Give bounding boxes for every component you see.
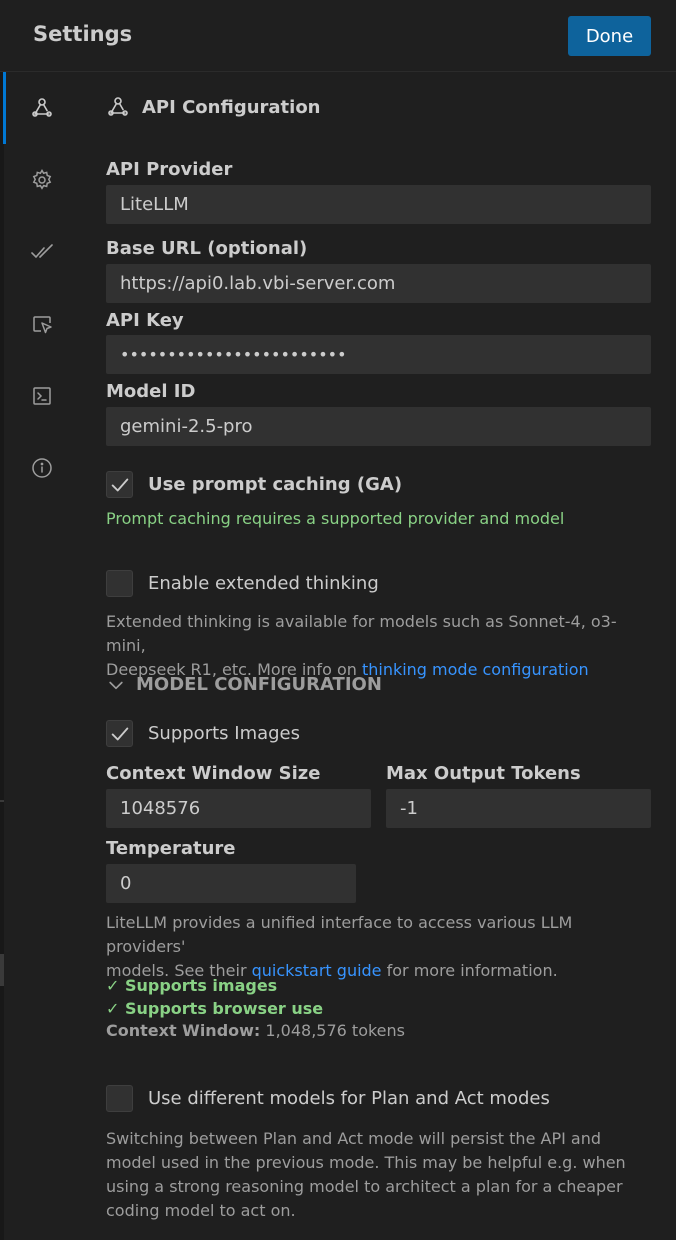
terminal-icon bbox=[33, 387, 51, 405]
prompt-caching-label: Use prompt caching (GA) bbox=[148, 474, 403, 495]
plan-act-label: Use different models for Plan and Act mo… bbox=[148, 1088, 550, 1109]
check-icon bbox=[111, 727, 128, 740]
edge-mark bbox=[0, 954, 4, 986]
chevron-down-icon bbox=[109, 681, 123, 689]
extended-thinking-note: Extended thinking is available for model… bbox=[106, 610, 654, 682]
settings-header: Settings Done bbox=[0, 0, 676, 72]
context-window-info-value: 1,048,576 tokens bbox=[260, 1021, 405, 1040]
info-icon bbox=[32, 458, 52, 478]
temperature-label: Temperature bbox=[106, 838, 236, 859]
prompt-caching-note: Prompt caching requires a supported prov… bbox=[106, 509, 565, 528]
plan-act-note-line: Switching between Plan and Act mode will… bbox=[106, 1129, 601, 1148]
context-window-input[interactable]: 1048576 bbox=[106, 789, 371, 828]
extended-thinking-checkbox[interactable] bbox=[106, 570, 133, 597]
info-line: LiteLLM provides a unified interface to … bbox=[106, 913, 573, 956]
supports-images-status: ✓ Supports images bbox=[106, 976, 278, 995]
context-window-info-label: Context Window: bbox=[106, 1021, 261, 1040]
api-provider-label: API Provider bbox=[106, 159, 233, 180]
model-configuration-header[interactable]: MODEL CONFIGURATION bbox=[106, 674, 382, 695]
sidebar-item-general[interactable] bbox=[28, 166, 56, 194]
sidebar-item-about[interactable] bbox=[28, 454, 56, 482]
gear-icon bbox=[32, 169, 52, 190]
section-title-label: API Configuration bbox=[142, 96, 321, 118]
api-key-input[interactable]: •••••••••••••••••••••••• bbox=[106, 335, 651, 374]
sidebar-item-api-configuration[interactable] bbox=[28, 94, 56, 122]
thinking-mode-link[interactable]: thinking mode configuration bbox=[362, 660, 589, 679]
api-key-label: API Key bbox=[106, 310, 184, 331]
plan-act-note-line: using a strong reasoning model to archit… bbox=[106, 1177, 623, 1196]
base-url-input[interactable]: https://api0.lab.vbi-server.com bbox=[106, 264, 651, 303]
supports-images-label: Supports Images bbox=[148, 723, 301, 744]
context-window-label: Context Window Size bbox=[106, 763, 321, 784]
webhook-icon bbox=[32, 98, 52, 117]
plan-act-note-line: model used in the previous mode. This ma… bbox=[106, 1153, 626, 1172]
max-output-input[interactable]: -1 bbox=[386, 789, 651, 828]
model-configuration-title: MODEL CONFIGURATION bbox=[136, 674, 382, 695]
temperature-input[interactable]: 0 bbox=[106, 864, 356, 903]
edge-mark bbox=[0, 800, 4, 802]
prompt-caching-checkbox[interactable] bbox=[106, 471, 133, 498]
sidebar-item-browser[interactable] bbox=[28, 310, 56, 338]
plan-act-note: Switching between Plan and Act mode will… bbox=[106, 1127, 654, 1223]
api-provider-select[interactable]: LiteLLM bbox=[106, 185, 651, 224]
model-id-input[interactable]: gemini-2.5-pro bbox=[106, 407, 651, 446]
context-window-info: Context Window: 1,048,576 tokens bbox=[106, 1021, 405, 1040]
sidebar-item-terminal[interactable] bbox=[28, 382, 56, 410]
info-text: for more information. bbox=[381, 961, 558, 980]
plan-act-note-line: coding model to act on. bbox=[106, 1201, 296, 1220]
active-tab-indicator bbox=[3, 72, 6, 144]
sidebar-item-features[interactable] bbox=[28, 238, 56, 266]
supports-images-checkbox[interactable] bbox=[106, 720, 133, 747]
plan-act-checkbox[interactable] bbox=[106, 1085, 133, 1112]
page-title: Settings bbox=[33, 22, 133, 46]
model-id-label: Model ID bbox=[106, 381, 196, 402]
check-icon bbox=[111, 478, 128, 491]
litellm-info: LiteLLM provides a unified interface to … bbox=[106, 911, 654, 983]
extended-thinking-note-line: Extended thinking is available for model… bbox=[106, 612, 617, 655]
done-button[interactable]: Done bbox=[568, 16, 651, 56]
check-all-icon bbox=[31, 244, 53, 259]
webhook-icon bbox=[108, 97, 128, 116]
sidebar-edge bbox=[0, 72, 4, 1240]
extended-thinking-label: Enable extended thinking bbox=[148, 573, 379, 594]
inspect-icon bbox=[33, 316, 52, 334]
section-title: API Configuration bbox=[106, 95, 321, 119]
supports-browser-status: ✓ Supports browser use bbox=[106, 999, 324, 1018]
max-output-label: Max Output Tokens bbox=[386, 763, 581, 784]
base-url-label: Base URL (optional) bbox=[106, 238, 308, 259]
